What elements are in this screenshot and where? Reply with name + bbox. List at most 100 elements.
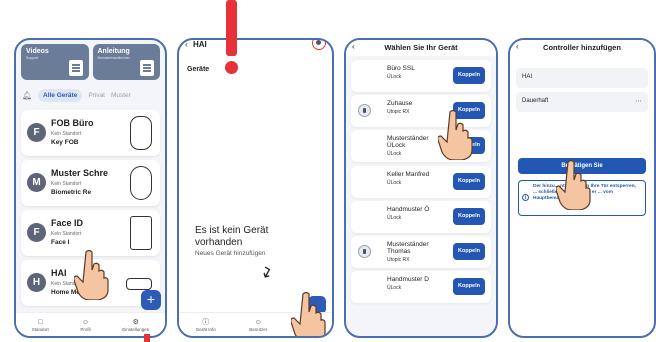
manual-card[interactable]: Anleitung Benutzerhandbücher (92, 44, 160, 80)
device-type: ÜLock (387, 285, 402, 292)
tap-hand-icon (556, 159, 591, 210)
device-avatar: F (27, 223, 46, 242)
tab-sample[interactable]: Muster (111, 92, 131, 99)
device-name: Handmuster D (387, 276, 429, 284)
document-icon (68, 60, 83, 76)
device-avatar: H (27, 273, 46, 292)
list-item: Handmuster Ö ÜLock Koppeln (351, 200, 491, 233)
pair-button[interactable]: Koppeln (453, 242, 485, 260)
device-type: Utopic RX (387, 109, 410, 116)
user-icon: ☺ (254, 318, 262, 326)
add-device-hint: Neues Gerät hinzufügen (195, 250, 266, 257)
device-type: ÜLock (387, 74, 402, 80)
device-name: Zuhause (387, 100, 413, 108)
page-title: Controller hinzufügen (543, 43, 621, 52)
tap-hand-icon (291, 291, 326, 336)
duration-select[interactable]: Dauerhaft ⋯ (516, 92, 648, 112)
red-marker-icon (144, 334, 150, 342)
pair-button[interactable]: Koppeln (453, 172, 485, 190)
nav-device-info-label: Gerät Info (195, 326, 216, 332)
info-icon: i (522, 194, 529, 201)
device-name: Muster Schre (51, 168, 109, 178)
gear-icon: ⚙ (132, 318, 139, 326)
pair-button[interactable]: Koppeln (453, 207, 485, 225)
document-icon (140, 60, 154, 76)
back-icon[interactable]: ‹ (185, 40, 188, 49)
info-icon: ⓘ (202, 318, 210, 326)
phone-screen-empty-devices: ‹ HAI Geräte Es ist kein Gerät vorhanden… (177, 38, 334, 338)
device-name: Face ID (51, 218, 84, 228)
list-item: Musterständer Thomas Utopic RX Koppeln (351, 235, 491, 268)
exclamation-dot-icon (225, 61, 238, 74)
lock-cylinder-icon (358, 244, 371, 258)
screen-header: ‹ Controller hinzufügen (510, 40, 654, 56)
phone-screen-devices: Videos Support Anleitung Benutzerhandbüc… (14, 38, 167, 338)
tap-hand-icon (438, 109, 473, 160)
add-device-button[interactable]: + (141, 290, 161, 310)
device-name: Musterständer ÜLock (387, 135, 429, 150)
help-cards: Videos Support Anleitung Benutzerhandbüc… (21, 44, 160, 80)
device-location: Kein Standort (51, 181, 82, 187)
nav-users[interactable]: ☺ Benutzer (249, 318, 267, 332)
face-id-image (130, 216, 152, 250)
controller-name-value: HAI (522, 74, 533, 80)
device-avatar: M (27, 173, 46, 192)
device-type: Key FOB (51, 139, 79, 146)
phone-screen-add-controller: ‹ Controller hinzufügen HAI Dauerhaft ⋯ … (508, 38, 656, 338)
nav-settings[interactable]: ⚙ Einstellungen (122, 318, 149, 332)
squiggle-arrow-icon: ↴ (255, 261, 276, 284)
device-type: Utopic RX (387, 256, 410, 263)
device-name: FOB Büro (51, 118, 94, 128)
device-type: Biometric Re (51, 189, 92, 196)
empty-state-line1: Es ist kein Gerät (195, 225, 269, 236)
lock-cylinder-icon (358, 104, 371, 118)
controller-image (126, 278, 152, 290)
screen-header: ‹ Wählen Sie Ihr Gerät (346, 40, 496, 56)
more-icon: ⋯ (635, 98, 642, 105)
nav-settings-label: Einstellungen (122, 326, 150, 332)
device-type: Face I (51, 239, 70, 246)
status-indicator-icon[interactable] (312, 40, 326, 50)
duration-value: Dauerhaft (522, 98, 549, 104)
device-name: Handmuster Ö (387, 205, 430, 213)
pair-button[interactable]: Koppeln (453, 67, 485, 84)
device-name: Musterständer Thomas (387, 240, 429, 255)
tap-hand-icon (74, 249, 109, 300)
tab-all-devices[interactable]: Alle Geräte (38, 88, 83, 102)
device-card[interactable]: M Muster Schre Kein Standort Biometric R… (21, 160, 160, 206)
list-item: Handmuster D ÜLock Koppeln (351, 271, 491, 304)
device-name: HAI (51, 268, 67, 278)
nav-location[interactable]: □ Standort (32, 318, 49, 332)
device-type: ÜLock (387, 179, 402, 186)
list-item: Büro SSL ÜLock Koppeln (351, 60, 491, 92)
pairable-device-list: Büro SSL ÜLock Koppeln Zuhause Utopic RX… (351, 60, 491, 306)
nav-profile-label: Profil (80, 326, 91, 332)
exclamation-mark-icon (226, 0, 237, 56)
pair-button[interactable]: Koppeln (453, 278, 485, 296)
manual-card-title: Anleitung (97, 48, 130, 55)
videos-card[interactable]: Videos Support (21, 44, 89, 80)
empty-state-text: Es ist kein Gerät vorhanden (195, 225, 268, 249)
device-avatar: F (27, 123, 46, 142)
device-location: Kein Standort (51, 231, 82, 237)
device-type: ÜLock (387, 151, 402, 158)
controller-name-field[interactable]: HAI (516, 68, 648, 88)
location-icon: □ (38, 318, 43, 326)
nav-device-info[interactable]: ⓘ Gerät Info (196, 318, 216, 332)
phone-screen-select-device: ‹ Wählen Sie Ihr Gerät Büro SSL ÜLock Ko… (344, 38, 498, 338)
nav-location-label: Standort (31, 326, 49, 332)
device-type: ÜLock (387, 214, 402, 221)
empty-state-line2: vorhanden (195, 237, 243, 248)
section-title: Geräte (187, 66, 210, 73)
filter-tabs: 🔔︎ Alle Geräte Privat Muster (22, 86, 159, 104)
device-location: Kein Standort (51, 131, 82, 137)
biometric-reader-image (130, 166, 152, 200)
nav-profile[interactable]: ☺ Profil (80, 318, 90, 332)
nav-users-label: Benutzer (249, 326, 268, 332)
tab-private[interactable]: Privat (88, 92, 105, 99)
bell-plus-icon[interactable]: 🔔︎ (22, 91, 32, 100)
device-card[interactable]: F FOB Büro Kein Standort Key FOB (21, 110, 160, 156)
list-item: Keller Manfred ÜLock Koppeln (351, 165, 491, 198)
videos-card-title: Videos (26, 48, 49, 55)
page-title: HAI (193, 40, 207, 49)
